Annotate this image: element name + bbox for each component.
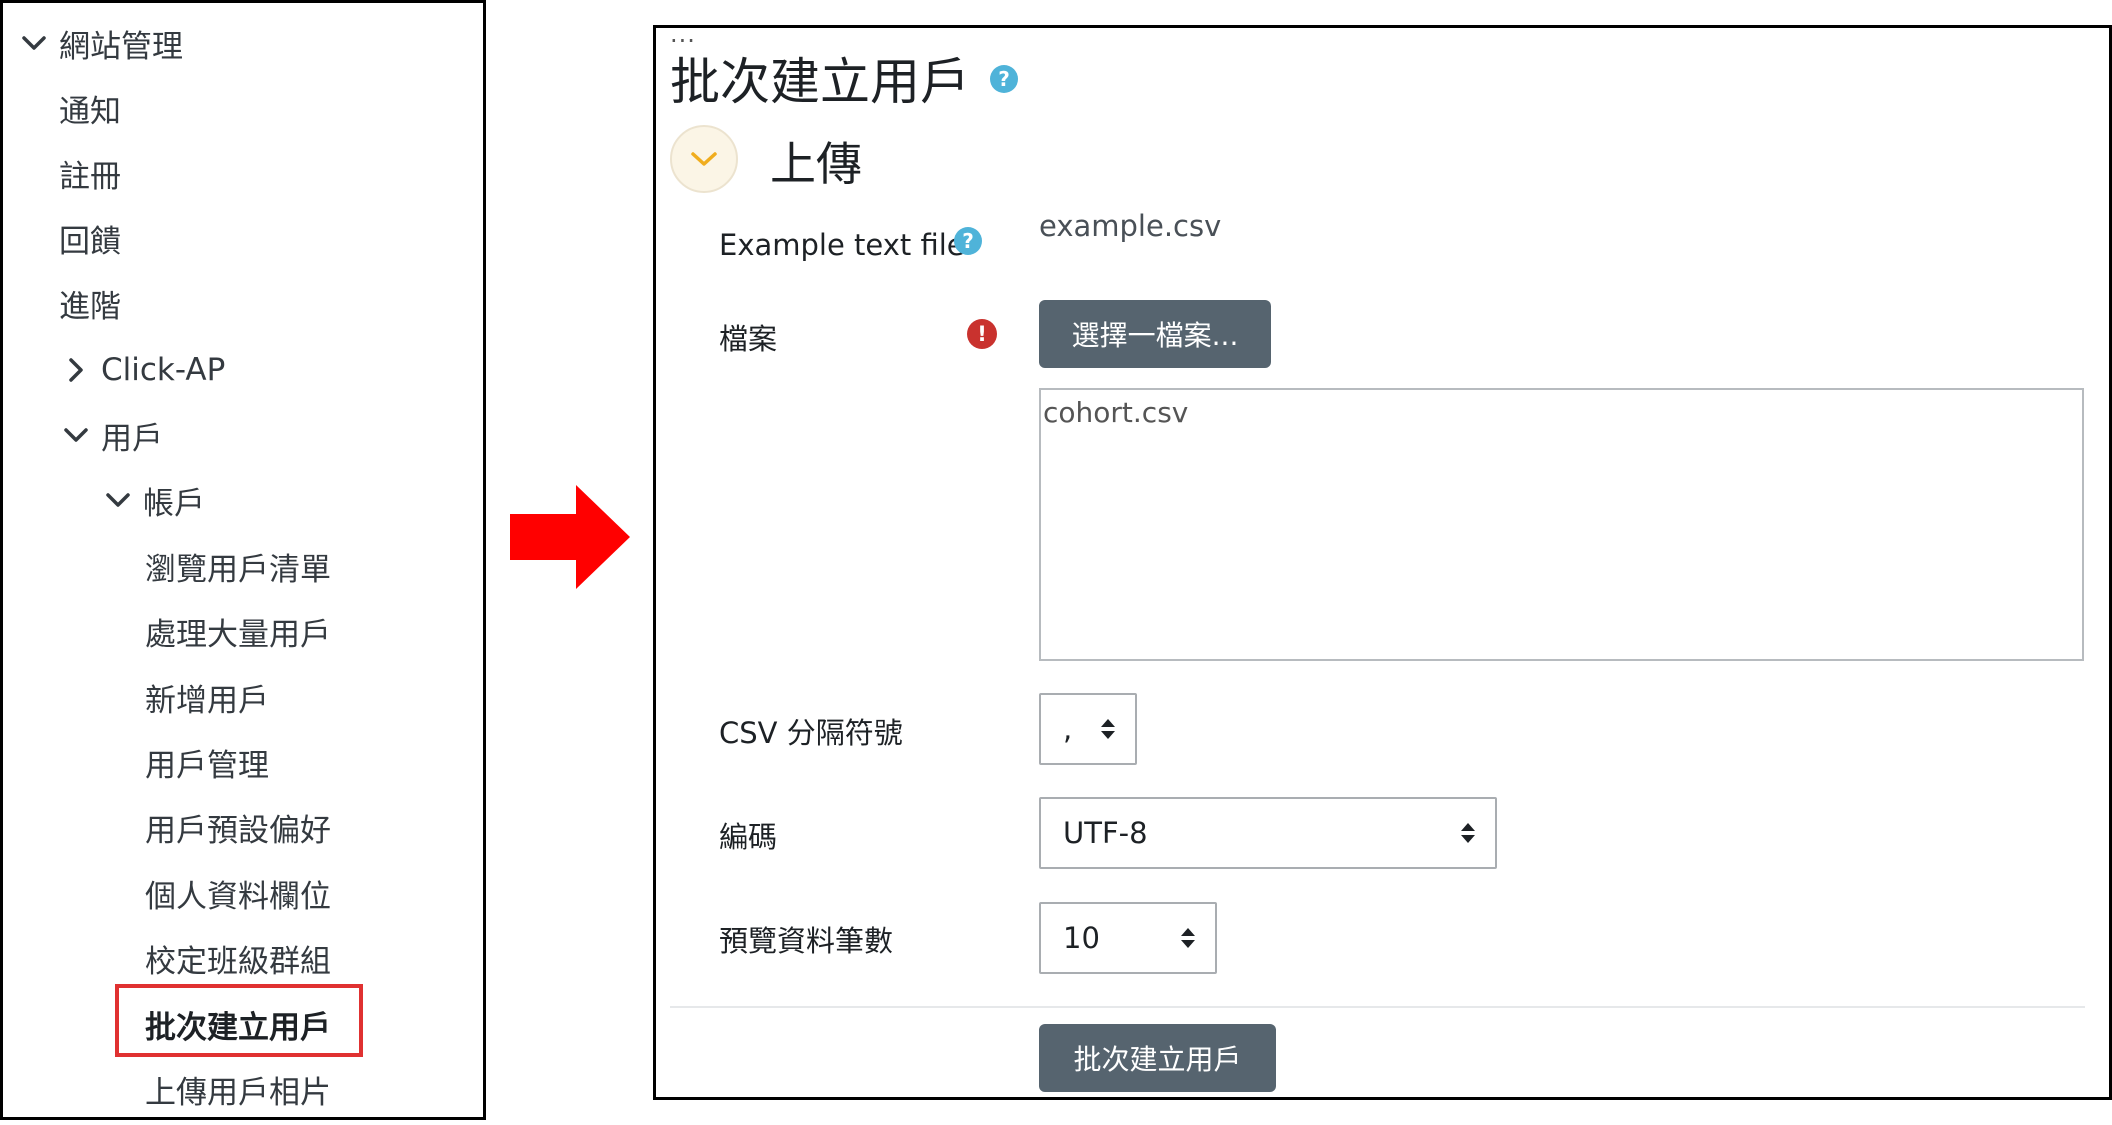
help-icon[interactable]: ? xyxy=(990,65,1018,93)
encoding-select[interactable]: UTF-8 xyxy=(1039,797,1497,869)
selected-file-name: cohort.csv xyxy=(1043,396,1189,429)
chevron-down-icon xyxy=(19,28,49,58)
nav-users[interactable]: 用戶 xyxy=(61,405,163,465)
preview-rows-select[interactable]: 10 xyxy=(1039,902,1217,974)
nav-label: 新增用戶 xyxy=(145,682,269,719)
nav-label: Click-AP xyxy=(101,352,226,388)
nav-registration[interactable]: 註冊 xyxy=(59,143,121,203)
upload-users-form: ... 批次建立用戶 ? 上傳 Example text file ? exam… xyxy=(653,20,2112,1100)
nav-item-user-management[interactable]: 用戶管理 xyxy=(145,732,269,792)
nav-label: 通知 xyxy=(59,93,121,130)
nav-item-add-user[interactable]: 新增用戶 xyxy=(145,667,269,727)
page-title: 批次建立用戶 xyxy=(670,53,970,111)
nav-accounts[interactable]: 帳戶 xyxy=(103,470,205,530)
chevron-down-icon xyxy=(691,152,717,166)
section-title: 上傳 xyxy=(770,137,862,191)
encoding-label: 編碼 xyxy=(719,820,778,854)
sort-caret-icon xyxy=(1101,719,1115,739)
preview-rows-label: 預覽資料筆數 xyxy=(719,924,894,958)
nav-item-bulk-user-actions[interactable]: 處理大量用戶 xyxy=(145,601,331,661)
select-value: UTF-8 xyxy=(1063,816,1148,850)
example-file-link[interactable]: example.csv xyxy=(1039,209,1221,243)
section-collapse-toggle[interactable] xyxy=(670,125,738,193)
upload-users-submit-button[interactable]: 批次建立用戶 xyxy=(1039,1024,1276,1092)
nav-label: 個人資料欄位 xyxy=(145,878,331,915)
nav-click-ap[interactable]: Click-AP xyxy=(61,340,225,400)
nav-label: 用戶管理 xyxy=(145,747,269,784)
nav-label: 回饋 xyxy=(59,223,121,260)
nav-label: 上傳用戶相片 xyxy=(145,1074,331,1111)
csv-delimiter-label: CSV 分隔符號 xyxy=(719,716,903,750)
sort-caret-icon xyxy=(1461,823,1475,843)
required-icon: ! xyxy=(967,319,997,349)
chevron-down-icon xyxy=(61,420,91,450)
csv-delimiter-select[interactable]: , xyxy=(1039,693,1137,765)
sort-caret-icon xyxy=(1181,928,1195,948)
nav-item-cohorts[interactable]: 校定班級群組 xyxy=(145,928,331,988)
select-value: 10 xyxy=(1063,921,1100,955)
nav-label: 網站管理 xyxy=(59,28,183,65)
nav-advanced[interactable]: 進階 xyxy=(59,273,121,333)
nav-item-browse-users[interactable]: 瀏覽用戶清單 xyxy=(145,536,331,596)
nav-label: 進階 xyxy=(59,288,121,325)
help-icon[interactable]: ? xyxy=(954,227,982,255)
nav-label: 瀏覽用戶清單 xyxy=(145,551,331,588)
nav-label: 處理大量用戶 xyxy=(145,616,331,653)
right-arrow-icon xyxy=(510,485,630,589)
active-item-highlight xyxy=(115,984,363,1057)
admin-nav-panel: 網站管理 通知 註冊 回饋 進階 Click-AP 用戶 帳戶 瀏覽用戶清單 處… xyxy=(0,0,486,1120)
chevron-down-icon xyxy=(103,485,133,515)
nav-item-profile-fields[interactable]: 個人資料欄位 xyxy=(145,863,331,923)
nav-label: 帳戶 xyxy=(143,485,205,522)
nav-label: 用戶 xyxy=(101,420,163,457)
nav-label: 註冊 xyxy=(59,158,121,195)
select-value: , xyxy=(1063,712,1073,746)
form-divider xyxy=(670,1006,2085,1008)
nav-label: 用戶預設偏好 xyxy=(145,812,331,849)
example-file-label: Example text file xyxy=(719,228,965,262)
file-label: 檔案 xyxy=(719,322,778,356)
chevron-right-icon xyxy=(61,355,91,385)
nav-label: 校定班級群組 xyxy=(145,943,331,980)
nav-item-user-default-preferences[interactable]: 用戶預設偏好 xyxy=(145,797,331,857)
nav-site-admin[interactable]: 網站管理 xyxy=(19,13,183,73)
file-drop-area[interactable]: cohort.csv xyxy=(1039,388,2084,661)
nav-item-upload-user-pictures[interactable]: 上傳用戶相片 xyxy=(145,1059,331,1119)
nav-feedback[interactable]: 回饋 xyxy=(59,208,121,268)
nav-notifications[interactable]: 通知 xyxy=(59,78,121,138)
choose-file-button[interactable]: 選擇一檔案... xyxy=(1039,300,1271,368)
